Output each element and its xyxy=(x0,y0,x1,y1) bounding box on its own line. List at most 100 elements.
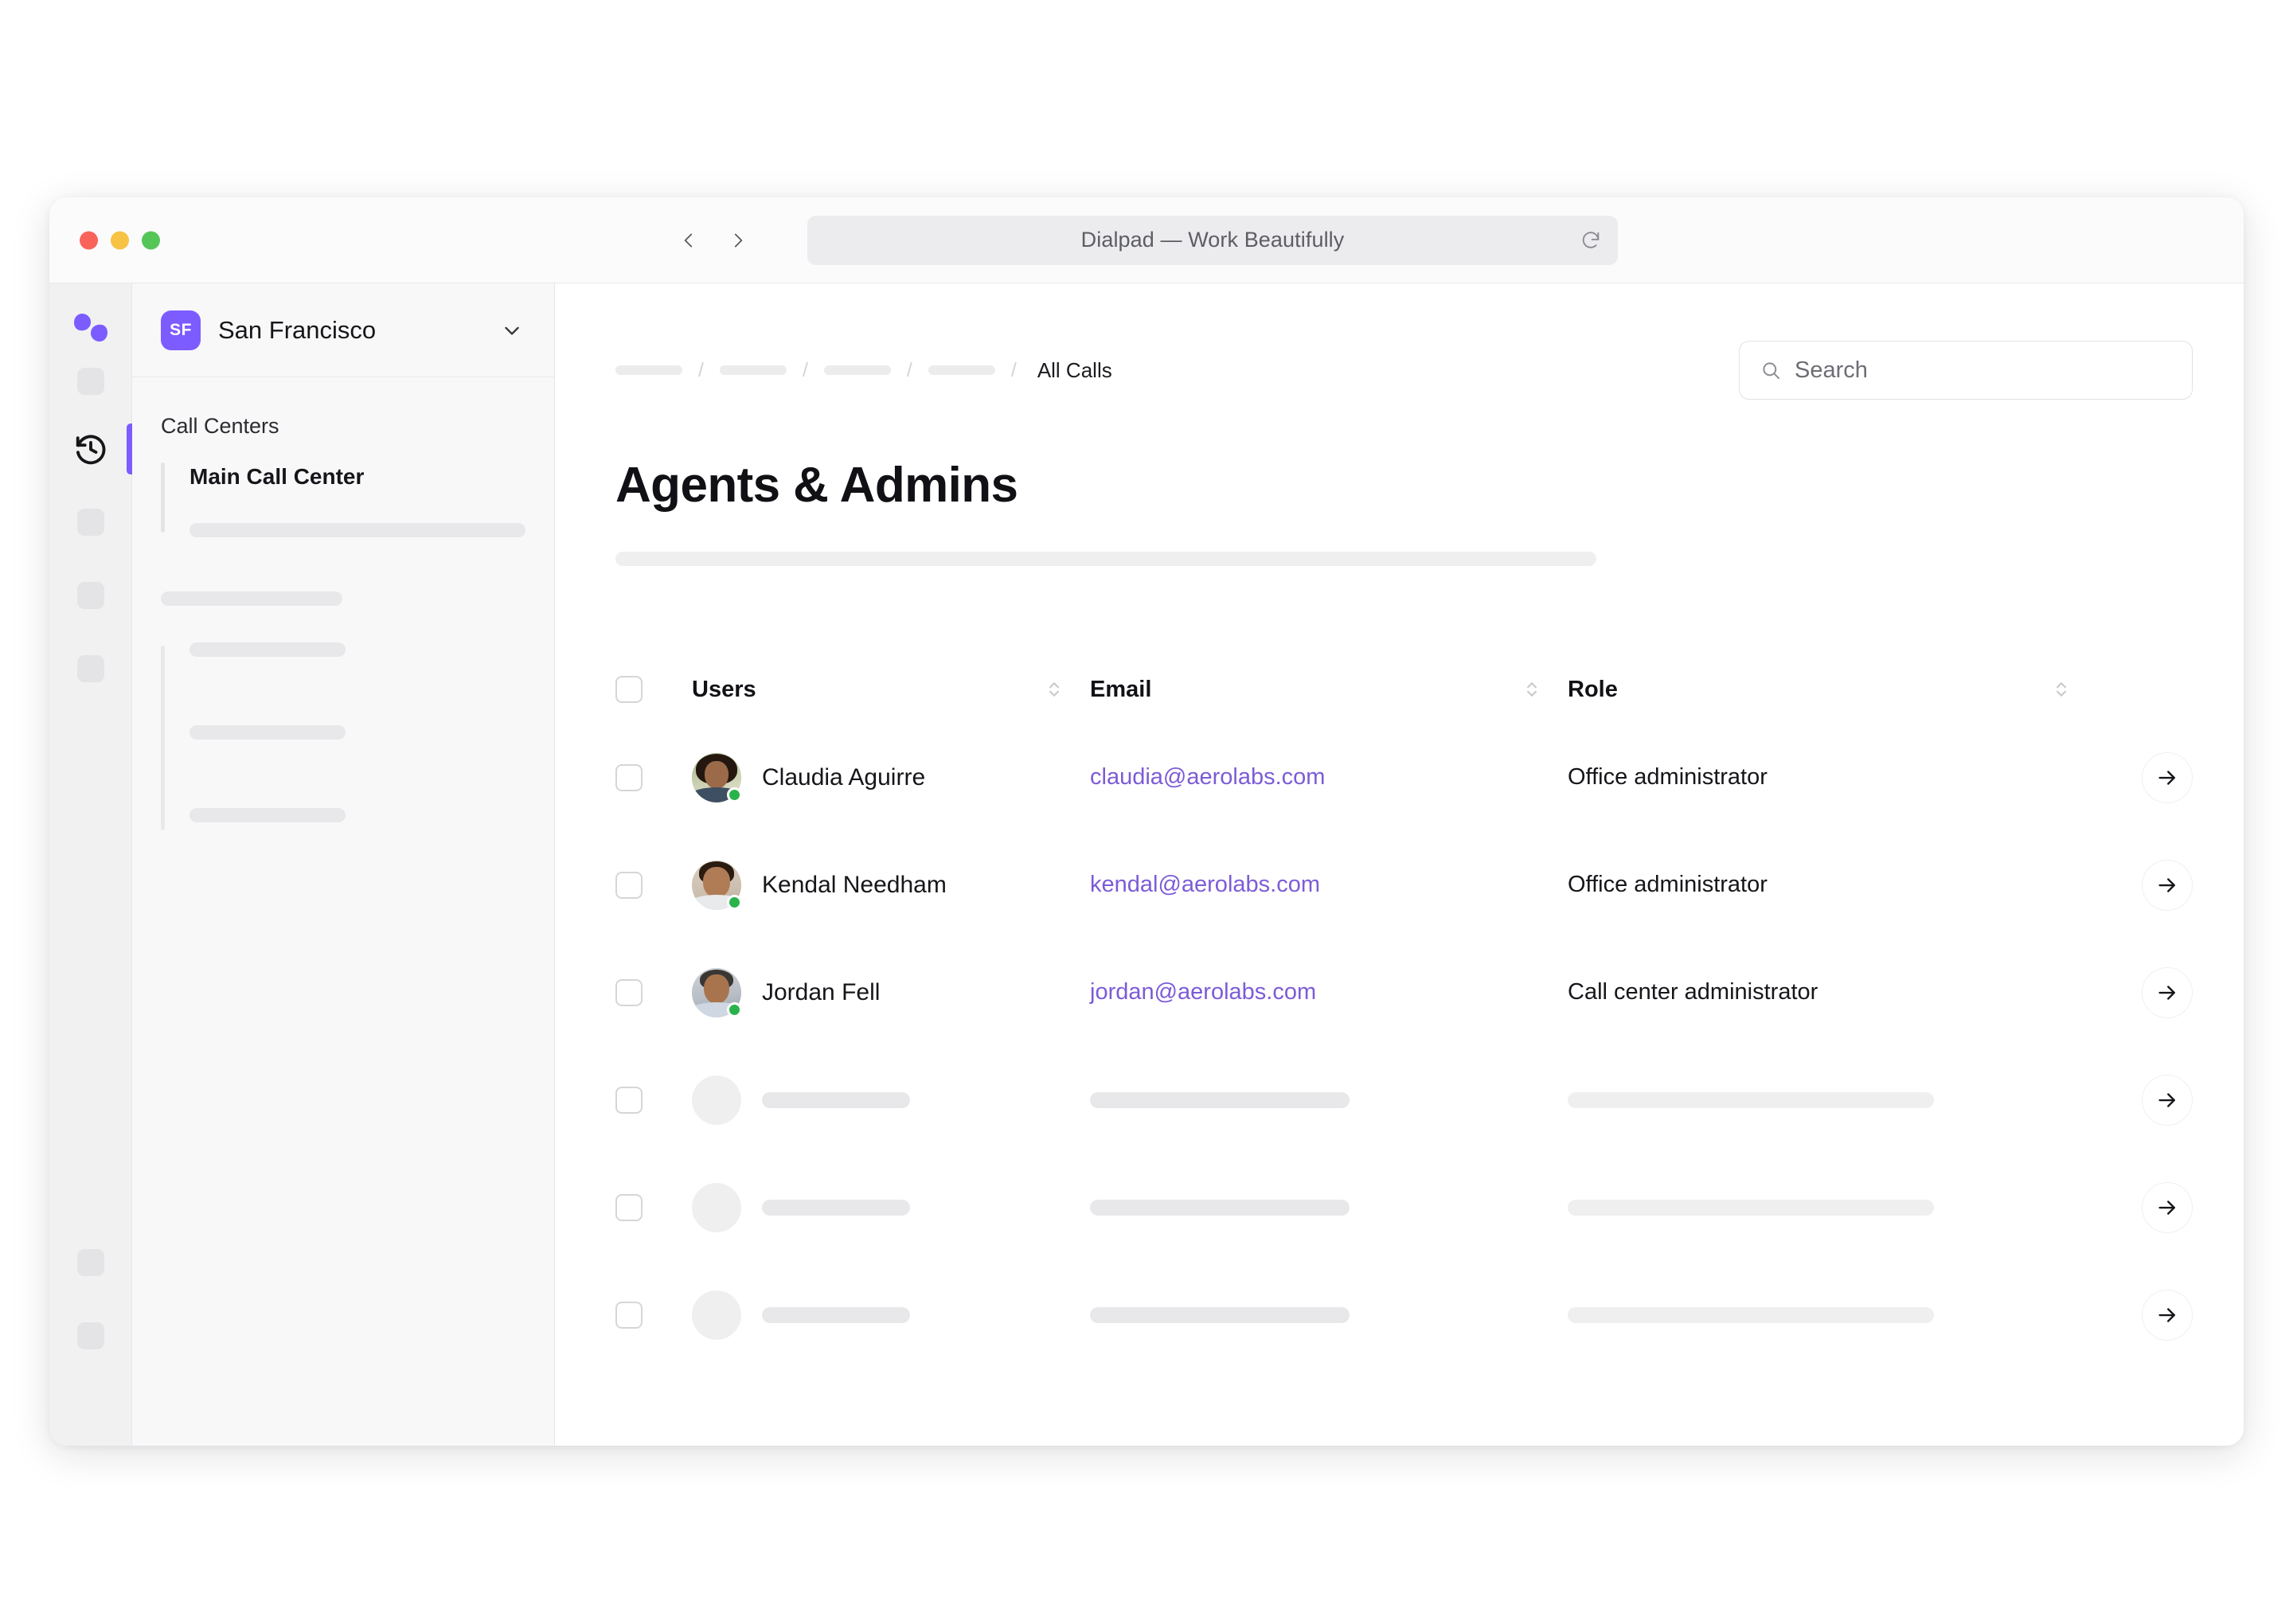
sidebar-placeholder-item[interactable] xyxy=(189,523,525,537)
arrow-right-icon[interactable] xyxy=(2142,1181,2193,1233)
avatar[interactable] xyxy=(66,1372,115,1422)
arrow-right-icon[interactable] xyxy=(2142,859,2193,911)
arrow-right-icon[interactable] xyxy=(2142,1074,2193,1126)
row-action-cell xyxy=(2097,751,2193,803)
email-cell xyxy=(1090,1091,1568,1108)
sidebar-placeholder-item[interactable] xyxy=(189,725,346,740)
secondary-sidebar: SF San Francisco Call Centers Main Call … xyxy=(132,283,555,1446)
rail-placeholder-2[interactable] xyxy=(49,486,131,559)
column-header-users[interactable]: Users xyxy=(692,677,1090,703)
avatar xyxy=(692,967,742,1017)
avatar xyxy=(692,860,742,910)
row-checkbox[interactable] xyxy=(615,1193,643,1221)
column-header-email[interactable]: Email xyxy=(1090,677,1568,703)
select-all-checkbox[interactable] xyxy=(615,676,643,703)
role-text: Call center administrator xyxy=(1568,979,1818,1005)
reload-icon[interactable] xyxy=(1580,229,1602,252)
sort-icon[interactable] xyxy=(1523,678,1541,701)
role-placeholder xyxy=(1568,1199,1934,1216)
avatar xyxy=(692,752,742,802)
name-placeholder xyxy=(762,1199,910,1216)
table-row[interactable]: Jordan Fell jordan@aerolabs.com Call cen… xyxy=(615,939,2193,1046)
table-row[interactable]: Claudia Aguirre claudia@aerolabs.com Off… xyxy=(615,724,2193,831)
email-link[interactable]: jordan@aerolabs.com xyxy=(1090,979,1316,1005)
avatar-placeholder xyxy=(692,1182,741,1232)
breadcrumb-placeholder[interactable] xyxy=(928,365,995,375)
role-text: Office administrator xyxy=(1568,872,1768,897)
arrow-right-icon[interactable] xyxy=(2142,751,2193,803)
traffic-lights xyxy=(80,231,160,249)
sidebar-item-main-call-center[interactable]: Main Call Center xyxy=(189,458,525,490)
email-placeholder xyxy=(1090,1306,1350,1323)
breadcrumb-placeholder[interactable] xyxy=(615,365,682,375)
email-cell xyxy=(1090,1199,1568,1216)
breadcrumb-separator: / xyxy=(802,358,808,381)
role-cell: Office administrator xyxy=(1568,872,2097,898)
row-select-cell xyxy=(615,763,692,791)
chevron-down-icon[interactable] xyxy=(500,318,524,342)
workspace-badge: SF xyxy=(161,310,201,350)
subtitle-placeholder xyxy=(615,552,1596,566)
column-label: Email xyxy=(1090,676,1152,702)
column-label: Users xyxy=(692,676,756,702)
user-cell: Kendal Needham xyxy=(692,860,1090,910)
row-action-cell xyxy=(2097,1074,2193,1126)
dialpad-logo[interactable] xyxy=(68,306,113,350)
breadcrumb-placeholder[interactable] xyxy=(719,365,787,375)
row-action-cell xyxy=(2097,1181,2193,1233)
email-link[interactable]: kendal@aerolabs.com xyxy=(1090,872,1320,898)
sidebar-placeholder-item[interactable] xyxy=(189,808,346,822)
table-header-row: Users Email Role xyxy=(615,655,2193,724)
breadcrumb-separator: / xyxy=(1010,358,1017,381)
email-link[interactable]: claudia@aerolabs.com xyxy=(1090,764,1325,791)
table-row-placeholder xyxy=(615,1261,2193,1368)
row-checkbox[interactable] xyxy=(615,978,643,1006)
table-row[interactable]: Kendal Needham kendal@aerolabs.com Offic… xyxy=(615,831,2193,939)
navigation-buttons xyxy=(678,230,748,251)
sidebar-placeholder-item[interactable] xyxy=(189,642,346,657)
arrow-right-icon[interactable] xyxy=(2142,1289,2193,1341)
rail-placeholder-4[interactable] xyxy=(49,632,131,705)
row-checkbox[interactable] xyxy=(615,871,643,899)
rail-placeholder-6[interactable] xyxy=(49,1299,131,1372)
sidebar-placeholder-item[interactable] xyxy=(161,591,342,606)
rail-placeholder-3[interactable] xyxy=(49,559,131,632)
window-titlebar: Dialpad — Work Beautifully xyxy=(49,197,2244,283)
user-cell: Claudia Aguirre xyxy=(692,752,1090,802)
close-button[interactable] xyxy=(80,231,98,249)
row-checkbox[interactable] xyxy=(615,1301,643,1329)
row-action-cell xyxy=(2097,966,2193,1018)
zoom-button[interactable] xyxy=(142,231,160,249)
users-table: Users Email Role Claudia Aguirre claudia… xyxy=(615,655,2193,1368)
avatar-placeholder xyxy=(692,1075,741,1125)
row-select-cell xyxy=(615,978,692,1006)
rail-placeholder-1[interactable] xyxy=(49,350,131,412)
table-row-placeholder xyxy=(615,1154,2193,1261)
breadcrumb-placeholder[interactable] xyxy=(823,365,891,375)
forward-icon[interactable] xyxy=(728,230,748,251)
role-cell: Call center administrator xyxy=(1568,979,2097,1005)
role-cell: Office administrator xyxy=(1568,764,2097,791)
search-input[interactable]: Search xyxy=(1739,341,2193,400)
sort-icon[interactable] xyxy=(1045,678,1063,701)
status-badge xyxy=(727,894,742,910)
rail-placeholder-icon xyxy=(76,509,104,536)
rail-placeholder-icon xyxy=(76,1322,104,1349)
workspace-selector[interactable]: SF San Francisco xyxy=(132,283,554,377)
sort-icon[interactable] xyxy=(2053,678,2070,701)
minimize-button[interactable] xyxy=(111,231,129,249)
role-cell xyxy=(1568,1306,2097,1323)
status-badge xyxy=(727,787,742,802)
arrow-right-icon[interactable] xyxy=(2142,966,2193,1018)
sidebar-item-history[interactable] xyxy=(49,412,132,486)
rail-placeholder-5[interactable] xyxy=(49,1226,131,1299)
column-header-role[interactable]: Role xyxy=(1568,677,2097,703)
address-bar[interactable]: Dialpad — Work Beautifully xyxy=(807,215,1618,265)
row-checkbox[interactable] xyxy=(615,1086,643,1114)
back-icon[interactable] xyxy=(678,230,699,251)
user-cell xyxy=(692,1075,1090,1125)
sidebar-tree-secondary xyxy=(161,642,525,830)
page-title: Agents & Admins xyxy=(615,458,1018,513)
row-checkbox[interactable] xyxy=(615,763,643,791)
role-placeholder xyxy=(1568,1091,1934,1108)
